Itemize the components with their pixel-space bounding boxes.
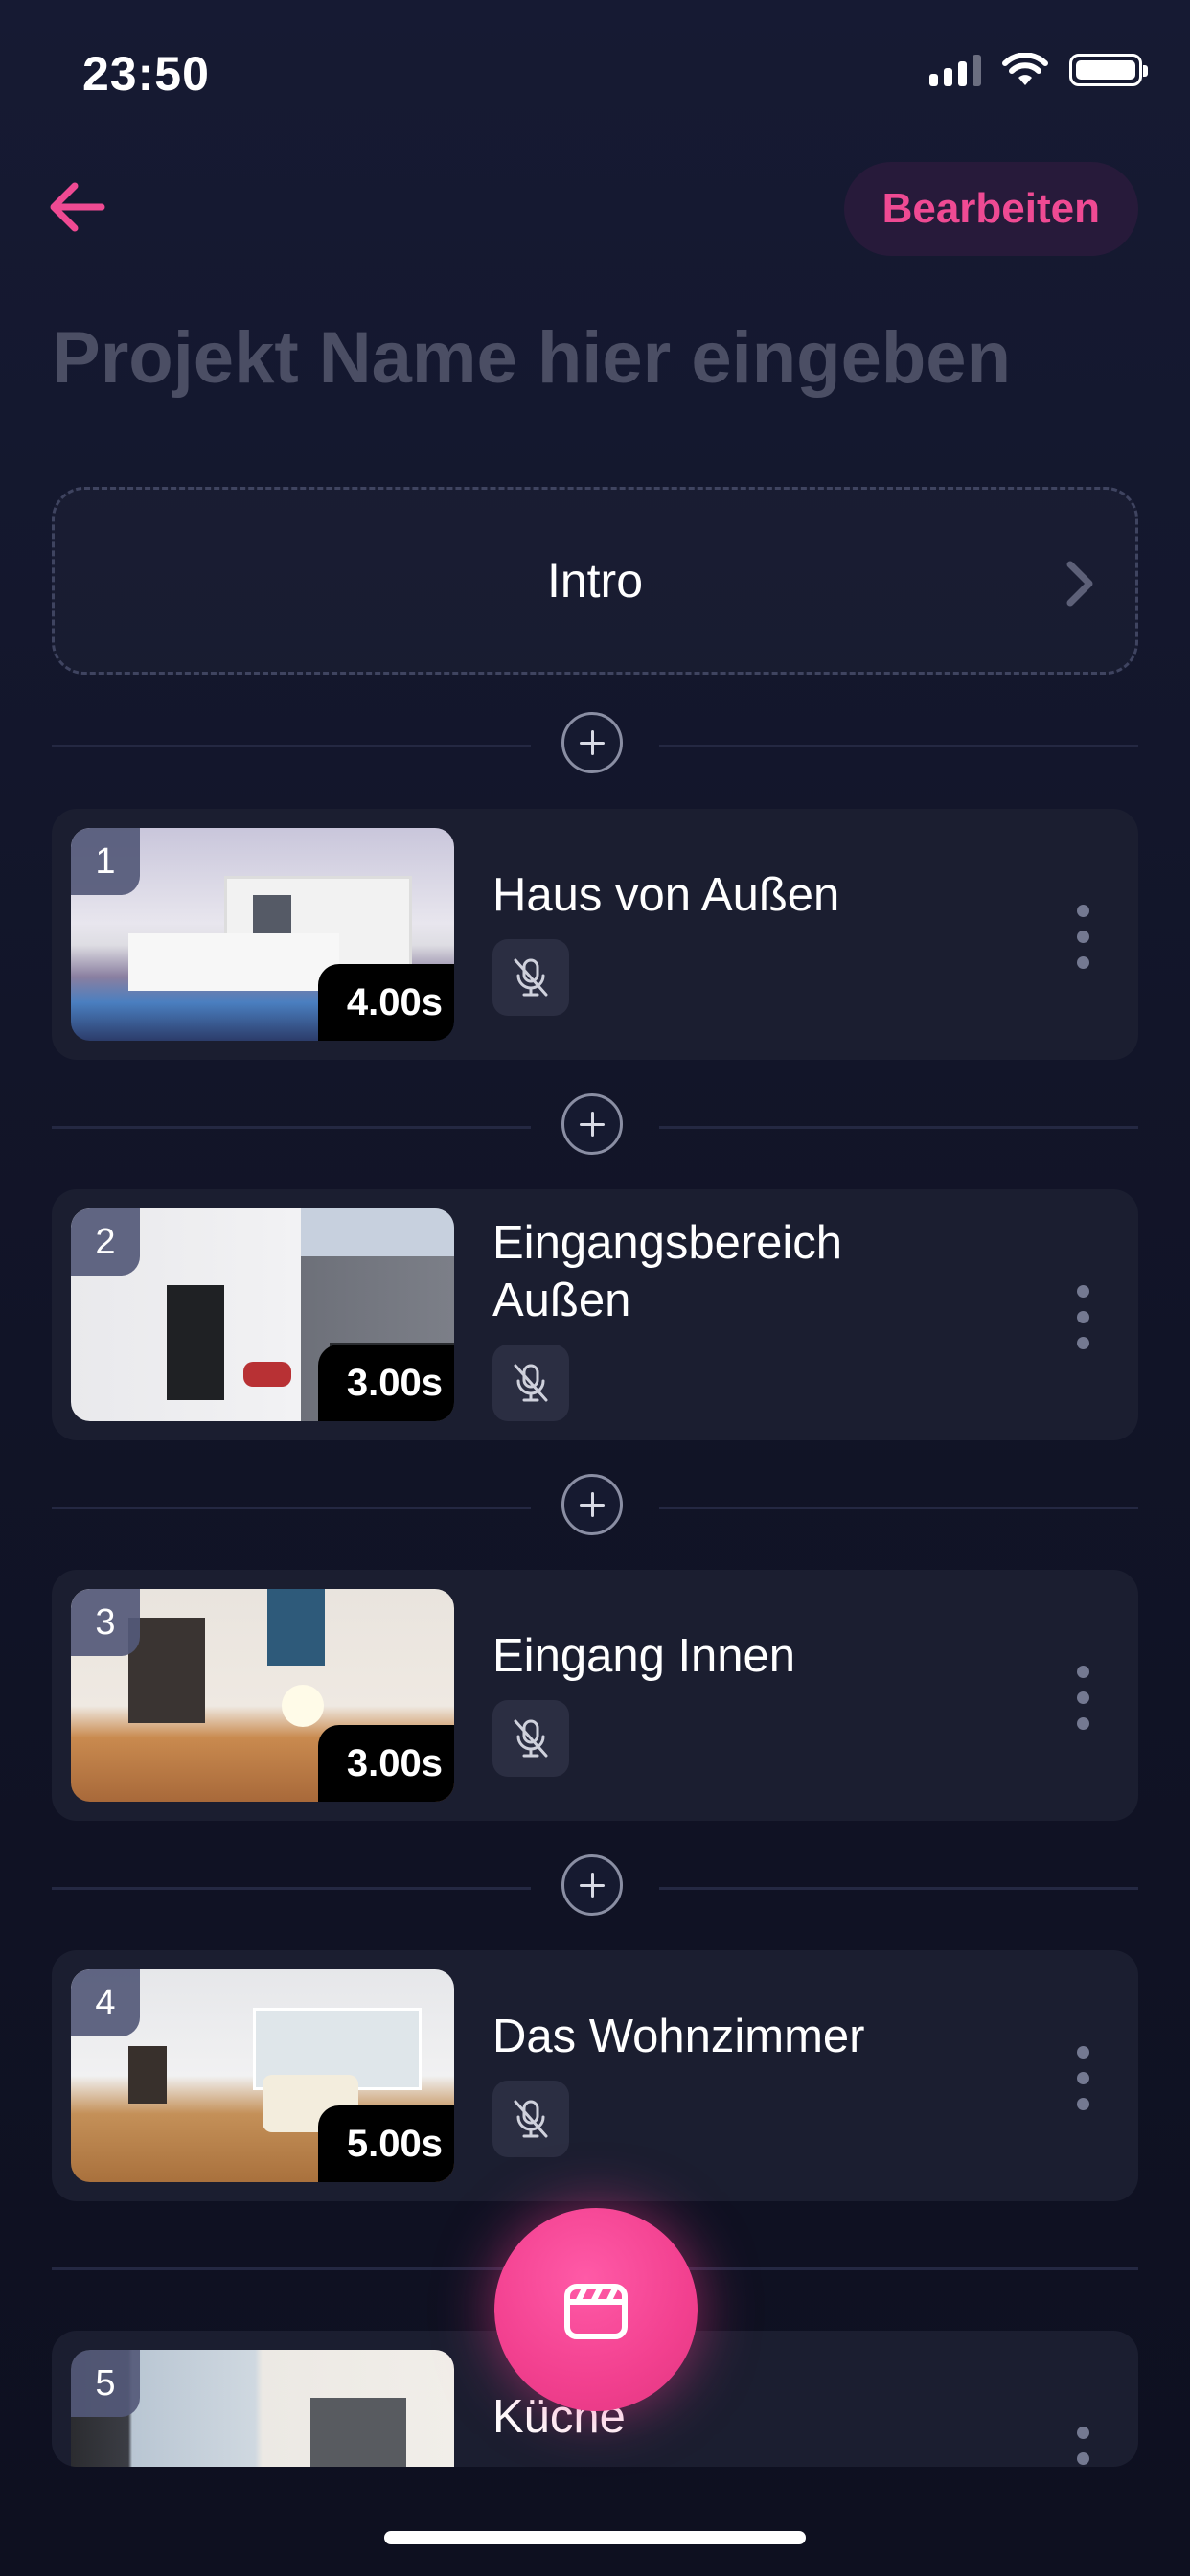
scene-thumbnail: 1 4.00s (71, 828, 454, 1041)
more-vertical-icon[interactable] (1077, 905, 1092, 982)
mic-off-icon (514, 1364, 548, 1402)
scene-thumbnail: 3 3.00s (71, 1589, 454, 1802)
scene-thumbnail: 5 (71, 2350, 454, 2467)
insert-divider (52, 1474, 1138, 1541)
scene-duration: 3.00s (317, 1345, 454, 1421)
create-video-button[interactable] (494, 2208, 698, 2411)
insert-divider (52, 1854, 1138, 1921)
mic-off-button[interactable] (492, 1700, 569, 1777)
intro-card[interactable]: Intro (52, 487, 1138, 675)
wifi-icon (1002, 53, 1048, 85)
more-vertical-icon[interactable] (1077, 2426, 1092, 2467)
scene-duration: 3.00s (317, 1725, 454, 1802)
scene-title: Das Wohnzimmer (492, 2011, 865, 2062)
scene-title: Haus von Außen (492, 869, 840, 921)
edit-button[interactable]: Bearbeiten (843, 162, 1138, 256)
scene-title: Eingang Innen (492, 1630, 796, 1682)
add-scene-button[interactable] (561, 1854, 623, 1916)
mic-off-icon (514, 958, 548, 997)
scene-duration: 4.00s (317, 964, 454, 1041)
insert-divider (52, 712, 1138, 779)
mic-off-icon (514, 2100, 548, 2138)
more-vertical-icon[interactable] (1077, 2046, 1092, 2124)
chevron-right-icon (1066, 561, 1093, 607)
scene-title: Eingangsbereich Außen (492, 1217, 843, 1326)
more-vertical-icon[interactable] (1077, 1285, 1092, 1363)
scene-card[interactable]: 3 3.00s Eingang Innen (52, 1570, 1138, 1821)
add-scene-button[interactable] (561, 1093, 623, 1155)
mic-off-button[interactable] (492, 939, 569, 1016)
scene-number: 2 (71, 1208, 140, 1276)
signal-icon (929, 54, 981, 86)
add-scene-button[interactable] (561, 712, 623, 773)
project-name-input[interactable]: Projekt Name hier eingeben (52, 316, 1011, 400)
scene-duration: 5.00s (317, 2105, 454, 2182)
clapperboard-icon (564, 2284, 628, 2339)
home-indicator (384, 2531, 806, 2544)
more-vertical-icon[interactable] (1077, 1666, 1092, 1743)
scene-card[interactable]: 2 3.00s Eingangsbereich Außen (52, 1189, 1138, 1440)
status-time: 23:50 (82, 47, 210, 101)
status-icons (929, 53, 1148, 87)
mic-off-button[interactable] (492, 2081, 569, 2157)
back-arrow-icon[interactable] (46, 178, 107, 236)
scene-number: 1 (71, 828, 140, 895)
scene-thumbnail: 2 3.00s (71, 1208, 454, 1421)
battery-icon (1069, 54, 1148, 86)
scene-number: 5 (71, 2350, 140, 2417)
mic-off-button[interactable] (492, 1345, 569, 1421)
mic-off-icon (514, 1719, 548, 1758)
scene-thumbnail: 4 5.00s (71, 1969, 454, 2182)
scene-card[interactable]: 4 5.00s Das Wohnzimmer (52, 1950, 1138, 2201)
scene-number: 3 (71, 1589, 140, 1656)
scene-card[interactable]: 1 4.00s Haus von Außen (52, 809, 1138, 1060)
scene-number: 4 (71, 1969, 140, 2036)
intro-label: Intro (546, 554, 644, 608)
insert-divider (52, 1093, 1138, 1161)
add-scene-button[interactable] (561, 1474, 623, 1535)
